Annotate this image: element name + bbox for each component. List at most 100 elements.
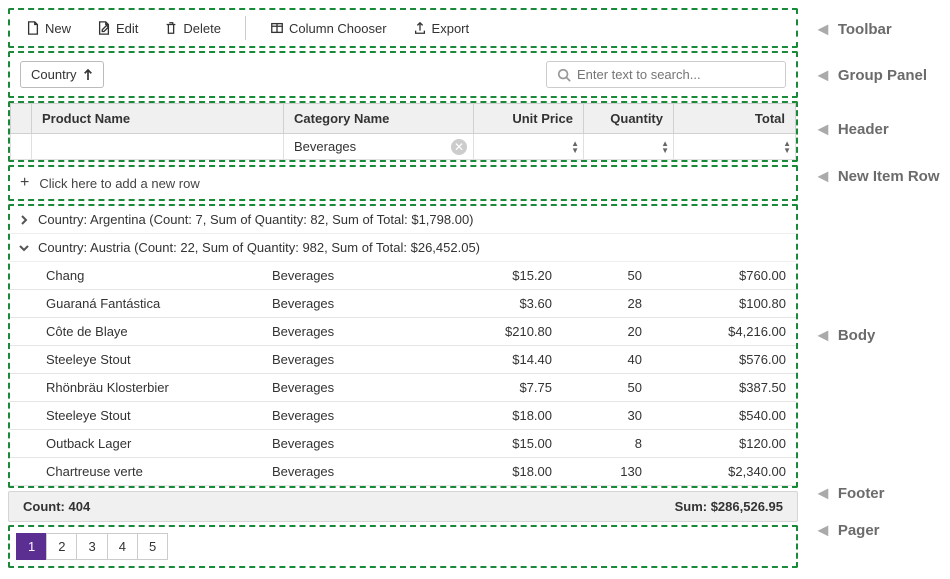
page-button-4[interactable]: 4	[107, 533, 138, 560]
table-row[interactable]: Guaraná Fantástica Beverages $3.60 28 $1…	[10, 290, 796, 318]
filter-quantity[interactable]: ▲▼	[584, 134, 674, 160]
page-button-5[interactable]: 5	[137, 533, 168, 560]
cell-product: Steeleye Stout	[10, 346, 262, 374]
table-row[interactable]: Outback Lager Beverages $15.00 8 $120.00	[10, 430, 796, 458]
cell-total: $540.00	[652, 402, 796, 430]
column-chooser-label: Column Chooser	[289, 21, 387, 36]
spinner-icon[interactable]: ▲▼	[571, 140, 579, 154]
group-row-austria[interactable]: Country: Austria (Count: 22, Sum of Quan…	[10, 234, 796, 262]
new-item-row[interactable]: + Click here to add a new row	[8, 165, 798, 201]
cell-quantity: 50	[562, 262, 652, 290]
table-row[interactable]: Steeleye Stout Beverages $18.00 30 $540.…	[10, 402, 796, 430]
group-chip-country[interactable]: Country	[20, 61, 104, 88]
cell-quantity: 8	[562, 430, 652, 458]
expand-column-header[interactable]	[11, 104, 32, 134]
page-button-3[interactable]: 3	[76, 533, 107, 560]
filter-row: Beverages ✕ ▲▼ ▲▼ ▲▼	[11, 134, 796, 160]
table-row[interactable]: Chartreuse verte Beverages $18.00 130 $2…	[10, 458, 796, 486]
annotation-labels: ◄Toolbar ◄Group Panel ◄Header ◄New Item …	[814, 8, 950, 571]
cell-total: $760.00	[652, 262, 796, 290]
cell-category: Beverages	[262, 318, 452, 346]
cell-category: Beverages	[262, 430, 452, 458]
footer-sum: Sum: $286,526.95	[675, 499, 783, 514]
page-button-1[interactable]: 1	[16, 533, 47, 560]
cell-total: $4,216.00	[652, 318, 796, 346]
export-label: Export	[432, 21, 470, 36]
cell-price: $15.00	[452, 430, 562, 458]
cell-total: $576.00	[652, 346, 796, 374]
total-column-header[interactable]: Total	[674, 104, 796, 134]
footer-count: Count: 404	[23, 499, 90, 514]
plus-icon: +	[20, 174, 29, 192]
quantity-column-header[interactable]: Quantity	[584, 104, 674, 134]
cell-price: $3.60	[452, 290, 562, 318]
toolbar: New Edit Delete Column Chooser Export	[8, 8, 798, 48]
group-row-argentina[interactable]: Country: Argentina (Count: 7, Sum of Qua…	[10, 206, 796, 234]
cell-quantity: 20	[562, 318, 652, 346]
cell-category: Beverages	[262, 262, 452, 290]
label-new-row: New Item Row	[838, 168, 940, 185]
cell-product: Chartreuse verte	[10, 458, 262, 486]
cell-product: Rhönbräu Klosterbier	[10, 374, 262, 402]
cell-total: $100.80	[652, 290, 796, 318]
columns-icon	[270, 21, 284, 35]
label-pager: Pager	[838, 522, 880, 539]
body: Country: Argentina (Count: 7, Sum of Qua…	[8, 204, 798, 488]
delete-button[interactable]: Delete	[158, 17, 227, 40]
chevron-down-icon	[18, 242, 30, 254]
table-row[interactable]: Steeleye Stout Beverages $14.40 40 $576.…	[10, 346, 796, 374]
page-button-2[interactable]: 2	[46, 533, 77, 560]
table-row[interactable]: Rhönbräu Klosterbier Beverages $7.75 50 …	[10, 374, 796, 402]
label-header: Header	[838, 121, 889, 138]
cell-quantity: 50	[562, 374, 652, 402]
cell-category: Beverages	[262, 346, 452, 374]
filter-price[interactable]: ▲▼	[474, 134, 584, 160]
edit-icon	[97, 21, 111, 35]
new-button[interactable]: New	[20, 17, 77, 40]
cell-price: $210.80	[452, 318, 562, 346]
filter-product[interactable]	[32, 134, 284, 160]
column-chooser-button[interactable]: Column Chooser	[264, 17, 393, 40]
group-summary: Country: Argentina (Count: 7, Sum of Qua…	[38, 212, 474, 227]
price-column-header[interactable]: Unit Price	[474, 104, 584, 134]
product-column-header[interactable]: Product Name	[32, 104, 284, 134]
filter-category[interactable]: Beverages ✕	[284, 134, 474, 160]
header: Product Name Category Name Unit Price Qu…	[8, 101, 798, 162]
category-column-header[interactable]: Category Name	[284, 104, 474, 134]
cell-product: Outback Lager	[10, 430, 262, 458]
trash-icon	[164, 21, 178, 35]
cell-total: $387.50	[652, 374, 796, 402]
group-chip-label: Country	[31, 67, 77, 82]
edit-button[interactable]: Edit	[91, 17, 144, 40]
cell-quantity: 40	[562, 346, 652, 374]
filter-expand	[11, 134, 32, 160]
filter-category-value: Beverages	[294, 139, 356, 154]
spinner-icon[interactable]: ▲▼	[661, 140, 669, 154]
cell-price: $15.20	[452, 262, 562, 290]
search-input[interactable]	[577, 67, 775, 82]
column-header-row: Product Name Category Name Unit Price Qu…	[11, 104, 796, 134]
cell-category: Beverages	[262, 374, 452, 402]
cell-quantity: 30	[562, 402, 652, 430]
cell-total: $2,340.00	[652, 458, 796, 486]
filter-total[interactable]: ▲▼	[674, 134, 796, 160]
spinner-icon[interactable]: ▲▼	[783, 140, 791, 154]
edit-label: Edit	[116, 21, 138, 36]
cell-category: Beverages	[262, 290, 452, 318]
clear-filter-icon[interactable]: ✕	[451, 139, 467, 155]
cell-price: $18.00	[452, 402, 562, 430]
export-button[interactable]: Export	[407, 17, 476, 40]
cell-price: $14.40	[452, 346, 562, 374]
cell-total: $120.00	[652, 430, 796, 458]
label-body: Body	[838, 327, 876, 344]
table-row[interactable]: Côte de Blaye Beverages $210.80 20 $4,21…	[10, 318, 796, 346]
separator	[245, 16, 246, 40]
cell-price: $18.00	[452, 458, 562, 486]
search-box[interactable]	[546, 61, 786, 88]
cell-quantity: 130	[562, 458, 652, 486]
cell-category: Beverages	[262, 458, 452, 486]
cell-product: Guaraná Fantástica	[10, 290, 262, 318]
cell-category: Beverages	[262, 402, 452, 430]
table-row[interactable]: Chang Beverages $15.20 50 $760.00	[10, 262, 796, 290]
cell-product: Côte de Blaye	[10, 318, 262, 346]
